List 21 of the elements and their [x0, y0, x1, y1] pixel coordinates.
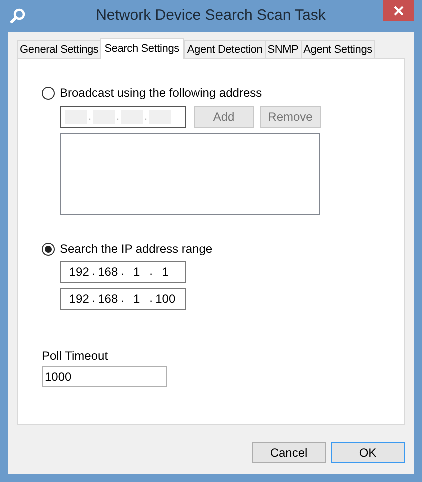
- close-button[interactable]: [383, 0, 414, 21]
- cancel-button[interactable]: Cancel: [252, 442, 326, 463]
- ip-address-field[interactable]: 192 . 168 . 1 . 1: [60, 261, 186, 283]
- poll-timeout-field[interactable]: 1000: [42, 366, 167, 387]
- radio-button[interactable]: [42, 86, 55, 100]
- field-label: Poll Timeout: [42, 349, 110, 363]
- remove-button[interactable]: Remove: [260, 106, 321, 128]
- add-button[interactable]: Add: [194, 106, 254, 128]
- tab[interactable]: General Settings: [17, 40, 102, 58]
- search-icon: [10, 8, 26, 24]
- close-icon: [394, 6, 404, 16]
- address-list[interactable]: [60, 133, 320, 215]
- tab[interactable]: Search Settings: [100, 38, 184, 59]
- ok-button[interactable]: OK: [331, 442, 405, 463]
- radio-button[interactable]: [42, 242, 55, 256]
- window-title: Network Device Search Scan Task: [96, 7, 326, 24]
- tab[interactable]: Agent Detection: [184, 40, 266, 58]
- radio-label: Search the IP address range: [60, 242, 213, 256]
- ip-address-field[interactable]: 192 . 168 . 1 . 100: [60, 288, 186, 310]
- tab[interactable]: Agent Settings: [300, 40, 376, 58]
- radio-label: Broadcast using the following address: [60, 86, 262, 100]
